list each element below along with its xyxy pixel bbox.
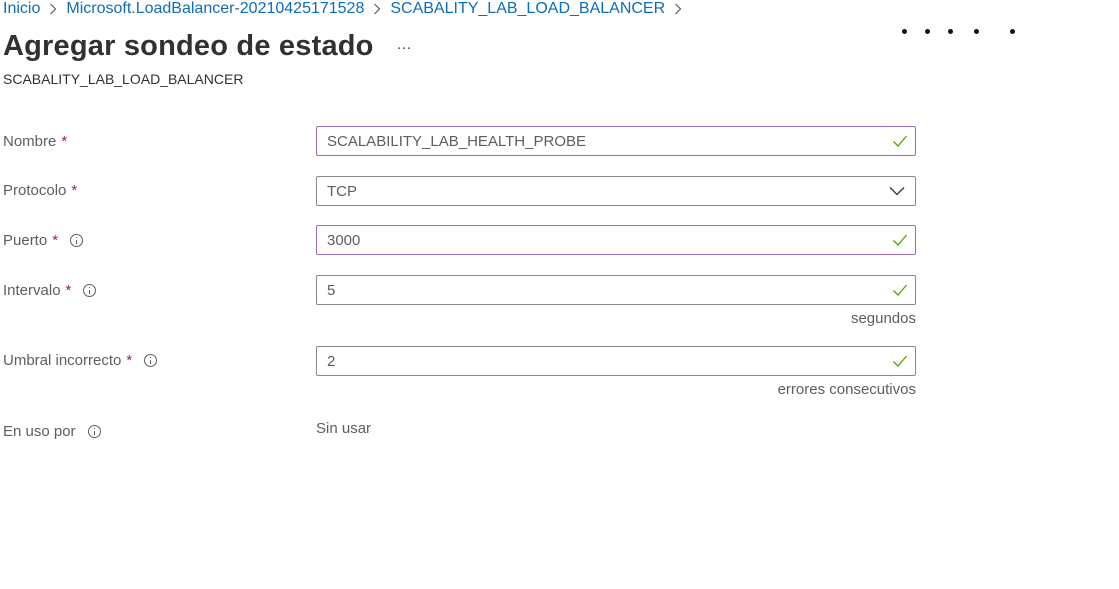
info-icon[interactable] [87, 425, 101, 438]
required-asterisk: * [52, 232, 59, 249]
chevron-right-icon [40, 3, 66, 15]
umbral-field[interactable] [316, 346, 916, 376]
intervalo-field[interactable] [316, 275, 916, 305]
info-icon[interactable] [144, 354, 158, 367]
protocolo-label-text: Protocolo [3, 182, 67, 199]
intervalo-label-text: Intervalo [3, 282, 61, 299]
breadcrumb-inicio[interactable]: Inicio [3, 0, 40, 18]
checkmark-icon [893, 135, 907, 147]
protocolo-selected-value: TCP [327, 182, 357, 200]
en-uso-label: En uso por [3, 423, 101, 440]
chevron-right-icon [364, 3, 390, 15]
intervalo-label: Intervalo * [3, 282, 97, 299]
breadcrumb-loadbalancer-deployment[interactable]: Microsoft.LoadBalancer-20210425171528 [66, 0, 364, 18]
breadcrumb: Inicio Microsoft.LoadBalancer-2021042517… [3, 0, 691, 20]
puerto-input[interactable] [317, 226, 915, 254]
protocolo-dropdown[interactable]: TCP [316, 176, 916, 206]
more-options-button[interactable]: ··· [394, 38, 414, 58]
umbral-input[interactable] [317, 347, 915, 375]
nombre-input[interactable] [317, 127, 915, 155]
nombre-label-text: Nombre [3, 133, 57, 150]
chevron-right-icon [665, 3, 691, 15]
en-uso-label-text: En uso por [3, 423, 76, 440]
info-icon[interactable] [70, 234, 84, 247]
page-title: Agregar sondeo de estado [3, 30, 374, 62]
info-icon[interactable] [83, 284, 97, 297]
nombre-field[interactable] [316, 126, 916, 156]
page-subtitle: SCABALITY_LAB_LOAD_BALANCER [3, 71, 244, 87]
protocolo-label: Protocolo * [3, 182, 77, 199]
checkmark-icon [893, 284, 907, 296]
puerto-field[interactable] [316, 225, 916, 255]
puerto-label-text: Puerto [3, 232, 48, 249]
required-asterisk: * [71, 182, 78, 199]
loading-dots-icon [896, 22, 1026, 42]
required-asterisk: * [65, 282, 72, 299]
chevron-down-icon [889, 187, 905, 196]
intervalo-unit: segundos [850, 310, 916, 327]
required-asterisk: * [126, 352, 133, 369]
required-asterisk: * [61, 133, 68, 150]
breadcrumb-load-balancer[interactable]: SCABALITY_LAB_LOAD_BALANCER [390, 0, 665, 18]
intervalo-input[interactable] [317, 276, 915, 304]
puerto-label: Puerto * [3, 232, 84, 249]
nombre-label: Nombre * [3, 133, 67, 150]
umbral-label: Umbral incorrecto * [3, 352, 158, 369]
umbral-unit: errores consecutivos [777, 381, 916, 398]
en-uso-value: Sin usar [316, 420, 372, 437]
umbral-label-text: Umbral incorrecto [3, 352, 122, 369]
checkmark-icon [893, 234, 907, 246]
checkmark-icon [893, 355, 907, 367]
